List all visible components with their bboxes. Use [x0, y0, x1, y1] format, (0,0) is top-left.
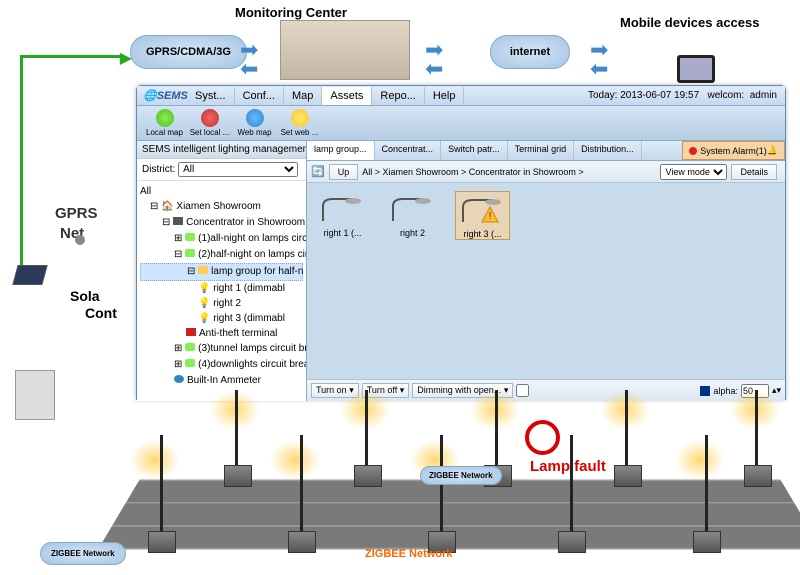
controller-label: Cont: [85, 305, 117, 321]
control-box: [148, 531, 176, 553]
tree-circuit-4[interactable]: ⊞ (4)downlights circuit breake: [140, 357, 303, 373]
svg-text:!: !: [488, 211, 491, 222]
lamp-glow: [270, 440, 320, 480]
tree-root[interactable]: All: [140, 184, 303, 199]
cloud-internet: internet: [490, 35, 570, 69]
streetlight-icon: [318, 191, 368, 226]
globe-red-icon: [201, 109, 219, 127]
cloud-zigbee-small: ZIGBEE Network: [420, 466, 502, 485]
tree-lamp-right1[interactable]: 💡 right 1 (dimmabl: [140, 281, 303, 296]
cloud-gprs: GPRS/CDMA/3G: [130, 35, 247, 69]
tree-showroom[interactable]: ⊟ 🏠 Xiamen Showroom: [140, 199, 303, 215]
monitoring-center-title: Monitoring Center: [235, 5, 347, 20]
asset-tree: All ⊟ 🏠 Xiamen Showroom ⊟ Concentrator i…: [137, 181, 306, 391]
view-mode-select[interactable]: View mode: [660, 164, 727, 180]
lamp-icon-view: right 1 (... right 2 ! right 3 (...: [307, 183, 785, 379]
lamp-post: [705, 435, 708, 545]
lamp-post: [440, 435, 443, 545]
tree-lamp-right3[interactable]: 💡 right 3 (dimmabl: [140, 311, 303, 326]
arrow-icon: ⬅: [590, 64, 615, 79]
globe-yellow-icon: [291, 109, 309, 127]
monitoring-center-image: [280, 20, 410, 80]
control-box: [744, 465, 772, 487]
globe-blue-icon: [246, 109, 264, 127]
menu-help[interactable]: Help: [425, 87, 465, 105]
menu-config[interactable]: Conf...: [235, 87, 284, 105]
app-logo: 🌐SEMS: [137, 89, 187, 102]
right-panel: lamp group... Concentrat... Switch patr.…: [307, 141, 785, 401]
alarm-dot-icon: [689, 147, 697, 155]
tool-set-web[interactable]: Set web ...: [277, 109, 322, 137]
control-box: [224, 465, 252, 487]
menu-system[interactable]: Syst...: [187, 87, 235, 105]
lamp-post: [570, 435, 573, 545]
tree-concentrator[interactable]: ⊟ Concentrator in Showroom: [140, 215, 303, 231]
toolbar: Local map Set local ... Web map Set web …: [137, 106, 785, 141]
zigbee-network-label: ZIGBEE Network: [365, 548, 452, 560]
breadcrumb-path: All > Xiamen Showroom > Concentrator in …: [362, 167, 660, 177]
tab-switch-patrol[interactable]: Switch patr...: [441, 141, 508, 160]
fault-indicator-circle: [525, 420, 560, 455]
node-dot: [75, 235, 85, 245]
menu-map[interactable]: Map: [284, 87, 322, 105]
gprs-label: GPRS: [55, 205, 98, 222]
lamp-item-3[interactable]: ! right 3 (...: [455, 191, 510, 240]
arrow-icon: ⬅: [240, 64, 265, 79]
solar-panel-icon: [12, 265, 47, 285]
lamp-post: [300, 435, 303, 545]
tree-anti-theft[interactable]: Anti-theft terminal: [140, 326, 303, 341]
control-box: [288, 531, 316, 553]
streetlight-icon: [388, 191, 438, 226]
lamp-item-1[interactable]: right 1 (...: [315, 191, 370, 238]
cloud-zigbee: ZIGBEE Network: [40, 542, 126, 565]
lamp-fault-label: Lamp fault: [530, 458, 606, 475]
tree-lamp-right2[interactable]: 💡 right 2: [140, 296, 303, 311]
tablet-icon: [677, 55, 715, 83]
left-panel: SEMS intelligent lighting management s..…: [137, 141, 307, 401]
refresh-icon[interactable]: 🔄: [311, 165, 325, 178]
control-box: [354, 465, 382, 487]
connection-arrow: [20, 55, 120, 275]
control-box: [693, 531, 721, 553]
control-box: [614, 465, 642, 487]
status-bar: Today: 2013-06-07 19:57 welcom: admin: [588, 90, 785, 101]
system-alarm-button[interactable]: System Alarm(1) 🔔: [682, 141, 785, 160]
streetlight-fault-icon: !: [458, 192, 508, 227]
tab-distribution[interactable]: Distribution...: [574, 141, 642, 160]
tree-circuit-1[interactable]: ⊞ (1)all-night on lamps circuit: [140, 231, 303, 247]
tool-web-map[interactable]: Web map: [232, 109, 277, 137]
menu-assets[interactable]: Assets: [322, 87, 372, 105]
tool-set-local[interactable]: Set local ...: [187, 109, 232, 137]
tree-circuit-3[interactable]: ⊞ (3)tunnel lamps circuit brea: [140, 341, 303, 357]
lamp-post: [160, 435, 163, 545]
tree-circuit-2[interactable]: ⊟ (2)half-night on lamps circu: [140, 247, 303, 263]
tree-lamp-group[interactable]: ⊟ lamp group for half-n: [140, 263, 303, 281]
district-label: District:: [142, 164, 175, 175]
sems-app-window: 🌐SEMS Syst... Conf... Map Assets Repo...…: [136, 85, 786, 400]
lamp-item-2[interactable]: right 2: [385, 191, 440, 238]
up-button[interactable]: Up: [329, 164, 359, 180]
lamp-glow: [675, 440, 725, 480]
mobile-access-title: Mobile devices access: [620, 15, 759, 30]
lamp-glow: [130, 440, 180, 480]
details-button[interactable]: Details: [731, 164, 777, 180]
panel-title: SEMS intelligent lighting management s..…: [137, 141, 306, 159]
globe-green-icon: [156, 109, 174, 127]
district-select[interactable]: All: [178, 162, 298, 177]
menu-report[interactable]: Repo...: [372, 87, 424, 105]
tab-lamp-group[interactable]: lamp group...: [307, 141, 375, 160]
tool-local-map[interactable]: Local map: [142, 109, 187, 137]
tab-terminal-grid[interactable]: Terminal grid: [508, 141, 575, 160]
control-box: [558, 531, 586, 553]
tab-concentrator[interactable]: Concentrat...: [375, 141, 442, 160]
solar-label: Sola: [70, 288, 100, 304]
arrow-icon: ⬅: [425, 64, 450, 79]
